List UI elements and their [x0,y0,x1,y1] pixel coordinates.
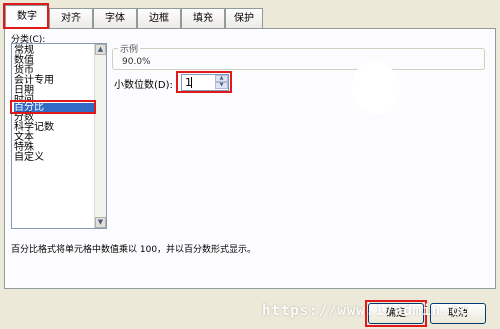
scroll-down-icon[interactable]: ▼ [95,217,106,228]
decimal-places-label: 小数位数(D): [114,80,173,91]
tab-font[interactable]: 字体 [93,8,137,28]
list-scrollbar[interactable]: ▲ ▼ [94,44,106,228]
category-listbox[interactable]: 常规 数值 货币 会计专用 日期 时间 百分比 分数 科学记数 文本 特殊 自定… [11,43,107,229]
tab-border[interactable]: 边框 [137,8,181,28]
sample-title: 示例 [118,42,141,55]
sample-groupbox [112,48,485,70]
watermark-text: https://www.17admin.cc [262,303,470,319]
tab-alignment[interactable]: 对齐 [49,8,93,28]
list-item[interactable]: 自定义 [14,153,46,163]
scroll-up-icon[interactable]: ▲ [95,44,106,55]
tab-protection[interactable]: 保护 [225,8,263,28]
tab-number[interactable]: 数字 [5,5,49,29]
decimal-places-highlight [176,71,232,93]
format-description: 百分比格式将单元格中数值乘以 100，并以百分数形式显示。 [11,245,257,255]
sample-value: 90.0% [122,57,151,67]
tab-fill[interactable]: 填充 [181,8,225,28]
